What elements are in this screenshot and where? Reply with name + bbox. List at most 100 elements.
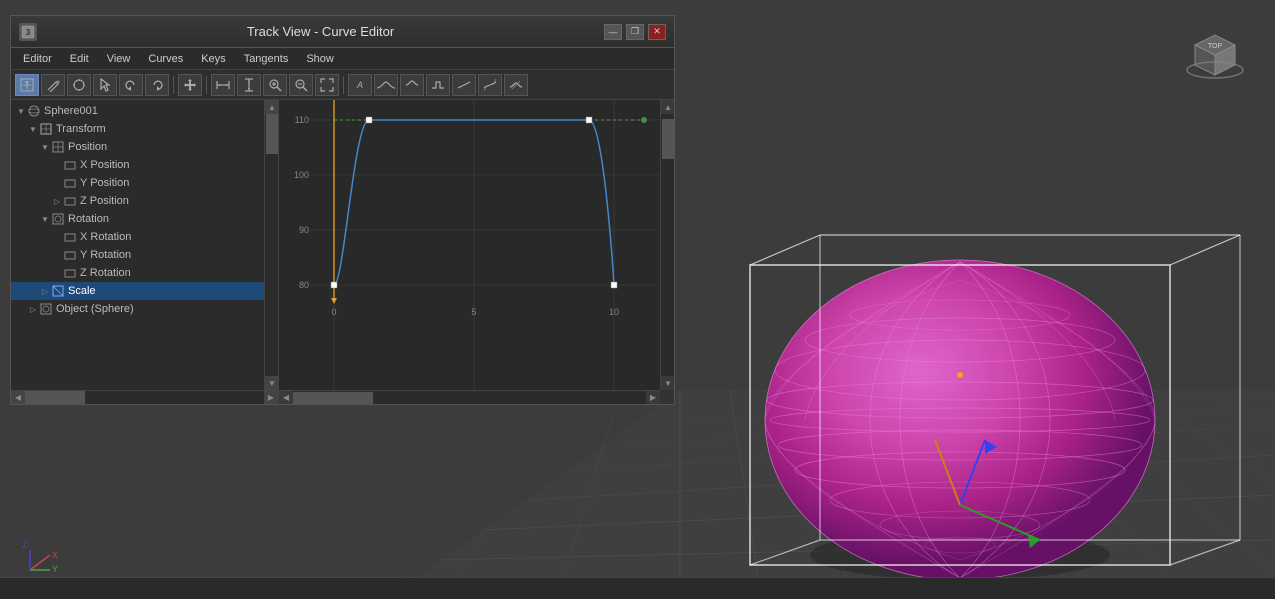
scale-icon [51,284,65,298]
tree-item-scale[interactable]: ▷ Scale [11,282,264,300]
curve-vscroll-thumb[interactable] [662,119,674,159]
expander-object[interactable]: ▷ [27,303,39,315]
expander-position[interactable]: ▼ [39,141,51,153]
menu-editor[interactable]: Editor [15,51,60,67]
toolbar-pan[interactable] [178,74,202,96]
toolbar-zoom-in[interactable] [263,74,287,96]
curve-vscroll[interactable]: ▲ ▼ [660,100,674,390]
menubar: Editor Edit View Curves Keys Tangents Sh… [11,48,674,70]
tree-hscroll-thumb[interactable] [25,391,85,404]
expander-rotation[interactable]: ▼ [39,213,51,225]
tree-panel: ▼ Sphere001 ▼ [11,100,279,404]
tree-scroll-thumb[interactable] [266,114,278,154]
toolbar: A [11,70,674,100]
tree-scroll-track[interactable] [265,114,278,376]
tree-item-position[interactable]: ▼ Position [11,138,264,156]
toolbar-maximize[interactable] [315,74,339,96]
menu-view[interactable]: View [99,51,139,67]
position-icon [51,140,65,154]
tree-vscroll[interactable]: ▲ ▼ [264,100,278,390]
tree-hscroll-right[interactable]: ▶ [264,391,278,405]
tree-item-y-rotation[interactable]: Y Rotation [11,246,264,264]
curve-hscroll-right[interactable]: ▶ [646,391,660,404]
curve-hscroll-left[interactable]: ◀ [279,391,293,404]
track-icon-y-pos [63,176,77,190]
tree-item-sphere001-label: Sphere001 [44,105,98,117]
expander-empty [51,231,63,243]
toolbar-fit-h[interactable] [211,74,235,96]
tree-item-z-position[interactable]: ▷ Z Position [11,192,264,210]
tree-item-rotation[interactable]: ▼ Rotation [11,210,264,228]
menu-curves[interactable]: Curves [140,51,191,67]
tree-item-x-rotation[interactable]: X Rotation [11,228,264,246]
track-icon-y-rot [63,248,77,262]
toolbar-move-keys[interactable] [15,74,39,96]
curve-area[interactable]: 110 100 90 80 0 5 10 [279,100,674,404]
toolbar-tangent-a[interactable]: A [348,74,372,96]
window-controls: — ❐ ✕ [604,24,666,40]
tree-item-y-pos-label: Y Position [80,177,129,189]
svg-text:TOP: TOP [1208,43,1223,50]
tree-item-x-rot-label: X Rotation [80,231,131,243]
expander-sphere001[interactable]: ▼ [15,105,27,117]
expander-scale[interactable]: ▷ [39,285,51,297]
curve-hscroll-thumb[interactable] [293,392,373,404]
toolbar-select-object[interactable] [67,74,91,96]
restore-button[interactable]: ❐ [626,24,644,40]
expander-empty [51,267,63,279]
toolbar-tangent-step[interactable] [426,74,450,96]
tree-hscroll[interactable]: ◀ ▶ [11,390,278,404]
transform-icon [39,122,53,136]
tree-item-y-rot-label: Y Rotation [80,249,131,261]
curve-editor-window: 3 Track View - Curve Editor — ❐ ✕ Editor… [10,15,675,405]
tree-item-transform[interactable]: ▼ Transform [11,120,264,138]
curve-hscroll[interactable]: ◀ ▶ [279,390,660,404]
tree-item-sphere001[interactable]: ▼ Sphere001 [11,102,264,120]
minimize-button[interactable]: — [604,24,622,40]
tree-hscroll-track[interactable] [25,391,264,404]
curve-vscroll-track[interactable] [661,114,674,376]
tree-scroll-down[interactable]: ▼ [265,376,278,390]
toolbar-tangent-flat[interactable] [400,74,424,96]
expander-transform[interactable]: ▼ [27,123,39,135]
toolbar-sep-3 [343,76,344,94]
svg-text:X: X [52,550,58,560]
tree-hscroll-left[interactable]: ◀ [11,391,25,405]
menu-keys[interactable]: Keys [193,51,233,67]
app-icon: 3 [19,23,37,41]
toolbar-draw[interactable] [41,74,65,96]
menu-show[interactable]: Show [298,51,342,67]
tree-item-object-sphere[interactable]: ▷ Object (Sphere) [11,300,264,318]
tree-scroll-up[interactable]: ▲ [265,100,278,114]
tree-item-rotation-label: Rotation [68,213,109,225]
window-titlebar[interactable]: 3 Track View - Curve Editor — ❐ ✕ [11,16,674,48]
toolbar-select[interactable] [93,74,117,96]
svg-text:110: 110 [295,115,309,125]
toolbar-tangent-smooth[interactable] [374,74,398,96]
svg-text:90: 90 [299,225,309,235]
tree-item-z-rot-label: Z Rotation [80,267,131,279]
curve-vscroll-up[interactable]: ▲ [661,100,674,114]
toolbar-zoom-out[interactable] [289,74,313,96]
expander-empty [51,159,63,171]
toolbar-tangent-linear[interactable] [452,74,476,96]
tree-item-z-pos-label: Z Position [80,195,129,207]
toolbar-rotate-left[interactable] [119,74,143,96]
curve-vscroll-down[interactable]: ▼ [661,376,674,390]
toolbar-tangent-extra[interactable] [504,74,528,96]
toolbar-tangent-custom[interactable] [478,74,502,96]
tree-item-z-rotation[interactable]: Z Rotation [11,264,264,282]
nav-cube[interactable]: TOP [1185,20,1245,80]
menu-edit[interactable]: Edit [62,51,97,67]
curve-hscroll-track[interactable] [293,391,646,404]
toolbar-rotate-right[interactable] [145,74,169,96]
tree-item-y-position[interactable]: Y Position [11,174,264,192]
tree-item-x-position[interactable]: X Position [11,156,264,174]
menu-tangents[interactable]: Tangents [236,51,297,67]
toolbar-sep-2 [206,76,207,94]
toolbar-fit-v[interactable] [237,74,261,96]
window-title: Track View - Curve Editor [37,24,604,39]
curve-corner [660,390,674,404]
close-button[interactable]: ✕ [648,24,666,40]
track-icon-z-pos [63,194,77,208]
